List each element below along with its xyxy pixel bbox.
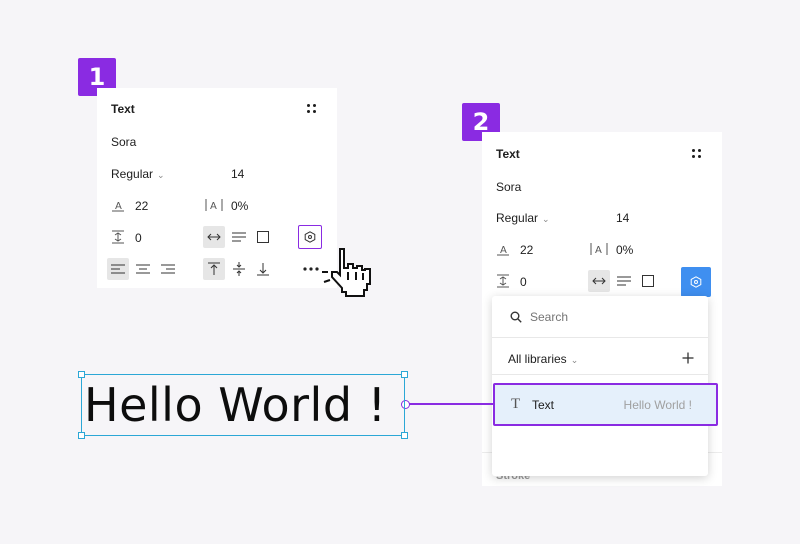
resize-handle-top-right[interactable] (401, 371, 408, 378)
panel-title: Text (496, 147, 520, 161)
style-library-button[interactable] (298, 225, 322, 249)
paragraph-spacing-input[interactable]: 0 (520, 275, 527, 289)
align-left-button[interactable] (107, 258, 129, 280)
align-center-icon (136, 264, 150, 274)
letter-spacing-input[interactable]: 0% (616, 243, 633, 257)
auto-width-button[interactable] (203, 226, 225, 248)
style-item-name: Text (532, 398, 555, 412)
paragraph-spacing-icon (111, 230, 125, 244)
canvas-text-layer[interactable]: Hello World ! (78, 371, 408, 439)
paragraph-spacing-input[interactable]: 0 (135, 231, 142, 245)
letter-spacing-input[interactable]: 0% (231, 199, 248, 213)
chevron-down-icon: ⌄ (157, 170, 165, 180)
font-size-input[interactable]: 14 (616, 211, 629, 225)
align-right-icon (161, 264, 175, 274)
fixed-size-button[interactable] (252, 226, 274, 248)
font-size-input[interactable]: 14 (231, 167, 244, 181)
arrows-horizontal-icon (592, 277, 606, 285)
font-family-select[interactable]: Sora (111, 135, 136, 149)
line-height-icon: A (496, 242, 510, 256)
align-bottom-button[interactable] (252, 258, 274, 280)
resize-handle-bottom-right[interactable] (401, 432, 408, 439)
text-type-icon: T (511, 396, 521, 412)
hexagon-style-icon (304, 231, 316, 243)
auto-height-button[interactable] (228, 226, 250, 248)
svg-text:A: A (500, 245, 507, 256)
align-top-icon (208, 262, 220, 275)
line-height-input[interactable]: 22 (520, 243, 533, 257)
canvas-text: Hello World ! (84, 378, 387, 432)
paragraph-spacing-icon (496, 274, 510, 288)
line-height-input[interactable]: 22 (135, 199, 148, 213)
chevron-down-icon: ⌄ (570, 355, 579, 365)
style-item-preview: Hello World ! (623, 398, 692, 412)
hand-pointer-icon (322, 248, 371, 297)
align-middle-icon (233, 262, 245, 276)
more-horizontal-icon (303, 267, 319, 271)
text-lines-icon (232, 232, 246, 242)
align-top-button[interactable] (203, 258, 225, 280)
align-left-icon (111, 264, 125, 274)
letter-spacing-icon: A (205, 198, 223, 212)
font-weight-select[interactable]: Regular ⌄ (496, 211, 550, 225)
arrows-horizontal-icon (207, 233, 221, 241)
svg-text:A: A (210, 201, 217, 212)
line-height-icon: A (111, 198, 125, 212)
fixed-size-button[interactable] (637, 270, 659, 292)
align-right-button[interactable] (157, 258, 179, 280)
chevron-down-icon: ⌄ (542, 214, 550, 224)
svg-text:A: A (595, 245, 602, 256)
panel-title: Text (111, 102, 135, 116)
auto-width-button[interactable] (588, 270, 610, 292)
library-filter-select[interactable]: All libraries ⌄ (508, 352, 578, 366)
svg-text:A: A (115, 201, 122, 212)
plus-icon[interactable] (682, 352, 694, 364)
text-properties-panel-1: Text Sora Regular ⌄ 14 A 22 A 0% 0 (97, 88, 337, 288)
font-family-select[interactable]: Sora (496, 180, 521, 194)
text-lines-icon (617, 276, 631, 286)
square-icon (257, 231, 269, 243)
resize-handle-top-left[interactable] (78, 371, 85, 378)
more-options-button[interactable] (300, 258, 322, 280)
style-grid-icon[interactable] (307, 104, 317, 114)
search-icon (510, 311, 522, 323)
square-icon (642, 275, 654, 287)
resize-handle-bottom-left[interactable] (78, 432, 85, 439)
align-center-button[interactable] (132, 258, 154, 280)
align-bottom-icon (257, 263, 269, 276)
search-input[interactable] (530, 307, 680, 327)
font-weight-select[interactable]: Regular ⌄ (111, 167, 165, 181)
hexagon-style-icon (690, 276, 702, 288)
align-middle-button[interactable] (228, 258, 250, 280)
style-item-text[interactable]: T Text Hello World ! (493, 383, 718, 426)
connector-line (405, 403, 494, 405)
auto-height-button[interactable] (613, 270, 635, 292)
letter-spacing-icon: A (590, 242, 608, 256)
style-library-button-active[interactable] (681, 267, 711, 297)
style-grid-icon[interactable] (692, 149, 702, 159)
